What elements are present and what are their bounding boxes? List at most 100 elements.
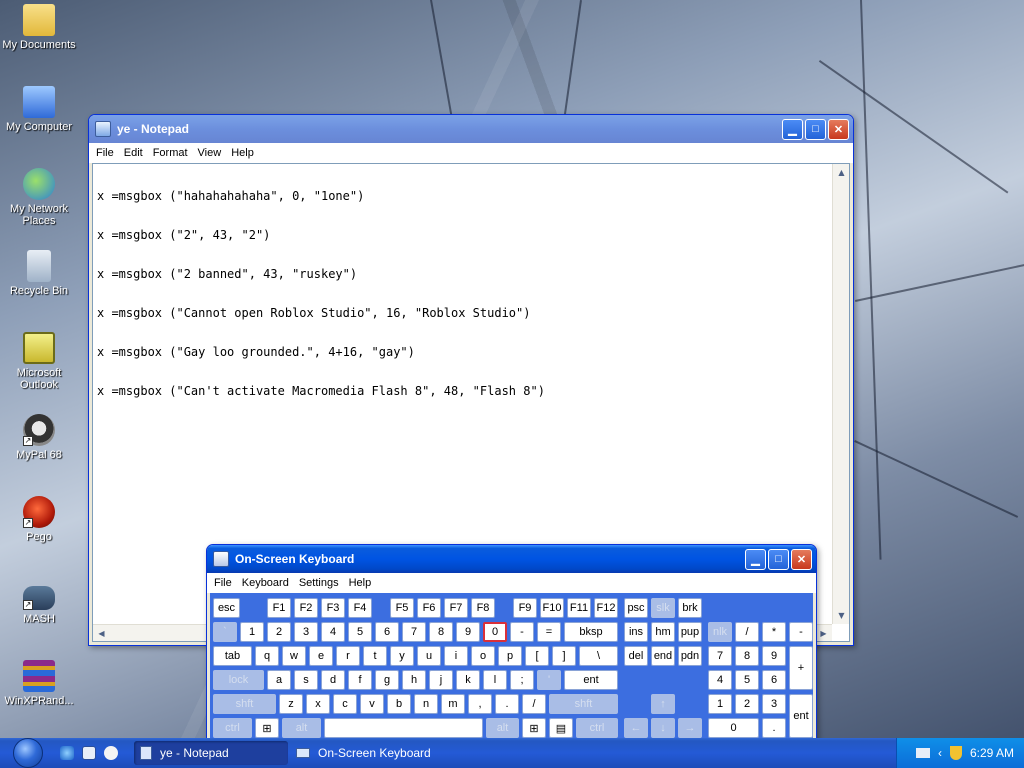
key-ctrl-2[interactable]: alt <box>282 718 321 738</box>
key-caps-9[interactable]: l <box>483 670 507 690</box>
key-tab-3[interactable]: e <box>309 646 333 666</box>
key-ctrl-6[interactable]: ctrl <box>576 718 618 738</box>
key-ctrl-3[interactable]: alt <box>486 718 519 738</box>
desktop-icon-mypal[interactable]: ↗ MyPal 68 <box>0 414 78 461</box>
menu-keyboard[interactable]: Keyboard <box>237 577 294 589</box>
key-num-11[interactable]: - <box>510 622 534 642</box>
key-num-18[interactable]: / <box>735 622 759 642</box>
scroll-up-icon[interactable]: ▲ <box>833 164 850 181</box>
key-caps-4[interactable]: f <box>348 670 372 690</box>
key-shift-3[interactable]: c <box>333 694 357 714</box>
key-fn-8[interactable]: F8 <box>471 598 495 618</box>
key-num-19[interactable]: * <box>762 622 786 642</box>
key-ctrl-11[interactable]: . <box>762 718 786 738</box>
key-num-6[interactable]: 6 <box>375 622 399 642</box>
key-shift-4[interactable]: v <box>360 694 384 714</box>
menu-format[interactable]: Format <box>148 147 193 159</box>
desktop-icon-recycle-bin[interactable]: Recycle Bin <box>0 250 78 297</box>
media-player-icon[interactable] <box>104 746 118 760</box>
key-num-4[interactable]: 4 <box>321 622 345 642</box>
key-tab-7[interactable]: u <box>417 646 441 666</box>
key-tab-18[interactable]: 8 <box>735 646 759 666</box>
key-tab-15[interactable]: end <box>651 646 675 666</box>
key-shift-14[interactable]: 2 <box>735 694 759 714</box>
key-windows-key[interactable]: ⊞ <box>522 718 546 738</box>
key-fn-4[interactable]: F4 <box>348 598 372 618</box>
key-num-9[interactable]: 9 <box>456 622 480 642</box>
key-caps-0[interactable]: lock <box>213 670 264 690</box>
desktop-icon-winxprand[interactable]: WinXPRand... <box>0 660 78 707</box>
key-num-2[interactable]: 2 <box>267 622 291 642</box>
key-up-arrow-key[interactable]: ↑ <box>651 694 675 714</box>
key-menu-key[interactable]: ▤ <box>549 718 573 738</box>
key-shift-16[interactable]: ent <box>789 694 813 738</box>
notepad-titlebar[interactable]: ye - Notepad ▁ □ ✕ <box>89 115 853 143</box>
key-caps-10[interactable]: ; <box>510 670 534 690</box>
close-button[interactable]: ✕ <box>828 118 849 140</box>
key-fn-0[interactable]: esc <box>213 598 240 618</box>
key-num-17[interactable]: nlk <box>708 622 732 642</box>
security-shield-icon[interactable] <box>949 746 962 760</box>
key-num-5[interactable]: 5 <box>348 622 372 642</box>
key-fn-11[interactable]: F11 <box>567 598 591 618</box>
internet-explorer-icon[interactable] <box>60 746 74 760</box>
menu-settings[interactable]: Settings <box>294 577 344 589</box>
desktop-icon-pego[interactable]: ↗ Pego <box>0 496 78 543</box>
desktop-icon-my-computer[interactable]: My Computer <box>0 86 78 133</box>
key-num-10[interactable]: 0 <box>483 622 507 642</box>
maximize-button[interactable]: □ <box>805 118 826 140</box>
menu-help[interactable]: Help <box>226 147 259 159</box>
start-button[interactable] <box>0 738 56 768</box>
maximize-button[interactable]: □ <box>768 548 789 570</box>
key-tab-5[interactable]: t <box>363 646 387 666</box>
key-caps-14[interactable]: 5 <box>735 670 759 690</box>
key-shift-0[interactable]: shft <box>213 694 276 714</box>
taskbar-item-notepad[interactable]: ye - Notepad <box>134 741 288 765</box>
keyboard-tray-icon[interactable] <box>915 748 930 758</box>
key-tab-9[interactable]: o <box>471 646 495 666</box>
key-fn-3[interactable]: F3 <box>321 598 345 618</box>
key-spacebar[interactable] <box>324 718 483 738</box>
key-fn-1[interactable]: F1 <box>267 598 291 618</box>
key-windows-key[interactable]: ⊞ <box>255 718 279 738</box>
menu-edit[interactable]: Edit <box>119 147 148 159</box>
key-ctrl-10[interactable]: 0 <box>708 718 759 738</box>
vertical-scrollbar[interactable]: ▲ ▼ <box>832 164 849 624</box>
key-fn-6[interactable]: F6 <box>417 598 441 618</box>
key-caps-5[interactable]: g <box>375 670 399 690</box>
key-shift-5[interactable]: b <box>387 694 411 714</box>
key-tab-13[interactable]: \ <box>579 646 618 666</box>
key-num-14[interactable]: ins <box>624 622 648 642</box>
key-num-20[interactable]: - <box>789 622 813 642</box>
key-tab-20[interactable]: + <box>789 646 813 690</box>
key-tab-12[interactable]: ] <box>552 646 576 666</box>
minimize-button[interactable]: ▁ <box>745 548 766 570</box>
minimize-button[interactable]: ▁ <box>782 118 803 140</box>
key-fn-14[interactable]: slk <box>651 598 675 618</box>
key-num-16[interactable]: pup <box>678 622 702 642</box>
clock[interactable]: 6:29 AM <box>970 746 1014 760</box>
menu-view[interactable]: View <box>193 147 227 159</box>
key-num-12[interactable]: = <box>537 622 561 642</box>
desktop-icon-network-places[interactable]: My Network Places <box>0 168 78 227</box>
key-fn-13[interactable]: psc <box>624 598 648 618</box>
key-caps-12[interactable]: ent <box>564 670 618 690</box>
key-shift-6[interactable]: n <box>414 694 438 714</box>
key-left-arrow-key[interactable]: ← <box>624 718 648 738</box>
key-tab-4[interactable]: r <box>336 646 360 666</box>
osk-window[interactable]: On-Screen Keyboard ▁ □ ✕ File Keyboard S… <box>206 544 817 744</box>
key-shift-8[interactable]: , <box>468 694 492 714</box>
menu-help[interactable]: Help <box>344 577 377 589</box>
key-tab-0[interactable]: tab <box>213 646 252 666</box>
key-tab-6[interactable]: y <box>390 646 414 666</box>
key-shift-9[interactable]: . <box>495 694 519 714</box>
key-num-15[interactable]: hm <box>651 622 675 642</box>
key-fn-5[interactable]: F5 <box>390 598 414 618</box>
key-caps-8[interactable]: k <box>456 670 480 690</box>
scroll-down-icon[interactable]: ▼ <box>833 607 850 624</box>
key-tab-10[interactable]: p <box>498 646 522 666</box>
key-num-0[interactable]: ` <box>213 622 237 642</box>
scroll-left-icon[interactable]: ◀ <box>93 625 110 642</box>
key-caps-13[interactable]: 4 <box>708 670 732 690</box>
key-shift-15[interactable]: 3 <box>762 694 786 714</box>
